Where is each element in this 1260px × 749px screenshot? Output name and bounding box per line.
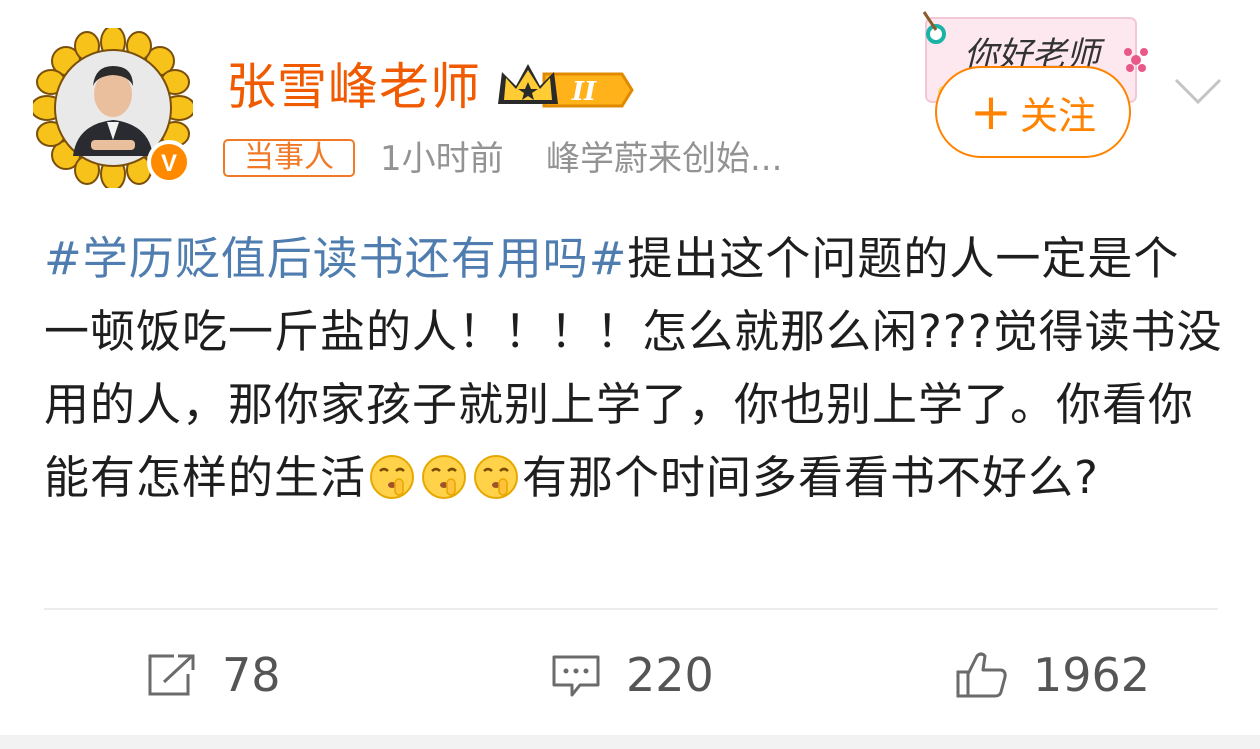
follow-button-label: 关注	[1019, 93, 1096, 138]
author-name[interactable]: 张雪峰老师	[226, 54, 481, 120]
avatar[interactable]: V	[30, 25, 196, 191]
comment-icon	[552, 655, 600, 697]
repost-icon	[148, 654, 195, 696]
shush-emoji-icon	[420, 449, 468, 499]
weibo-post-card: V 张雪峰老师 II 当事人 1小时前 峰学蔚来创始... 你好老师 + 关注 …	[0, 0, 1260, 749]
hashtag-link[interactable]: #学历贬值后读书还有用吗#	[44, 232, 627, 285]
follow-button[interactable]: + 关注	[935, 66, 1131, 158]
chevron-down-icon[interactable]	[1172, 72, 1224, 108]
like-button[interactable]: 1962	[955, 640, 1150, 710]
repost-button[interactable]: 78	[146, 640, 281, 710]
comment-count: 220	[626, 648, 714, 702]
repost-count: 78	[222, 648, 281, 702]
bottom-separator	[0, 735, 1260, 749]
comment-button[interactable]: 220	[550, 640, 714, 710]
svg-text:V: V	[161, 150, 177, 177]
thumbs-up-icon	[956, 652, 1007, 698]
member-crown-badge[interactable]: II	[494, 58, 634, 118]
shush-emoji-icon	[472, 449, 520, 499]
like-count: 1962	[1033, 648, 1151, 702]
post-content: #学历贬值后读书还有用吗#提出这个问题的人一定是个一顿饭吃一斤盐的人！！！！怎么…	[44, 222, 1224, 514]
level-badge-text: II	[571, 77, 597, 107]
divider	[44, 608, 1218, 610]
sunflower-avatar-frame-icon: V	[30, 25, 196, 191]
crown-icon: II	[498, 64, 634, 108]
shush-emoji-icon	[368, 449, 416, 499]
plus-icon: +	[970, 83, 1012, 141]
author-source[interactable]: 峰学蔚来创始...	[546, 136, 782, 182]
post-time: 1小时前	[380, 139, 504, 179]
party-tag-badge: 当事人	[223, 139, 355, 177]
post-text-part2: 有那个时间多看看书不好么?	[522, 451, 1099, 504]
